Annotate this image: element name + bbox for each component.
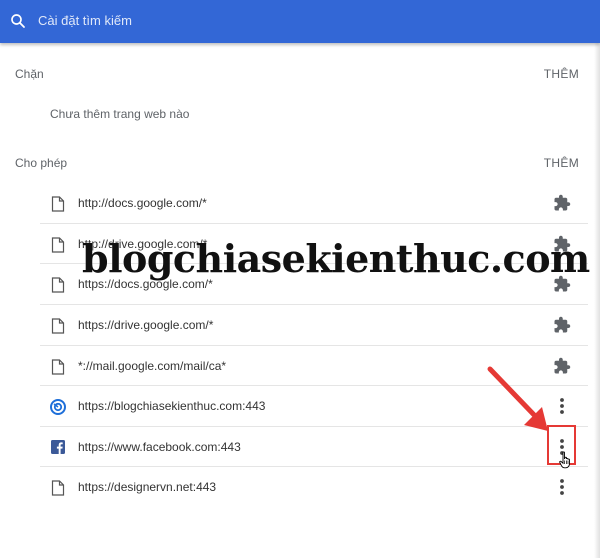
site-row[interactable]: http://drive.google.com/* bbox=[40, 223, 588, 265]
site-row[interactable]: https://docs.google.com/* bbox=[40, 263, 588, 305]
site-url: https://blogchiasekienthuc.com:443 bbox=[78, 399, 266, 413]
scroll-shadow bbox=[594, 43, 600, 558]
file-icon bbox=[51, 359, 65, 375]
site-url: https://docs.google.com/* bbox=[78, 277, 213, 291]
site-url: https://www.facebook.com:443 bbox=[78, 440, 241, 454]
file-icon bbox=[51, 480, 65, 496]
allow-section-title: Cho phép bbox=[15, 156, 68, 170]
allow-add-button[interactable]: THÊM bbox=[544, 156, 579, 170]
facebook-icon bbox=[51, 440, 65, 454]
search-bar[interactable]: Cài đặt tìm kiếm bbox=[0, 0, 600, 43]
block-add-button[interactable]: THÊM bbox=[544, 67, 579, 81]
block-empty-text: Chưa thêm trang web nào bbox=[50, 107, 190, 121]
site-row[interactable]: https://drive.google.com/* bbox=[40, 304, 588, 346]
extension-puzzle-icon[interactable] bbox=[552, 234, 572, 254]
search-input[interactable]: Cài đặt tìm kiếm bbox=[38, 13, 132, 28]
site-url: http://drive.google.com/* bbox=[78, 237, 208, 251]
site-url: http://docs.google.com/* bbox=[78, 196, 207, 210]
extension-puzzle-icon[interactable] bbox=[552, 356, 572, 376]
extension-puzzle-icon[interactable] bbox=[552, 193, 572, 213]
hand-cursor-icon bbox=[559, 451, 570, 469]
site-url: https://designervn.net:443 bbox=[78, 480, 217, 494]
site-url: *://mail.google.com/mail/ca* bbox=[78, 359, 227, 373]
file-icon bbox=[51, 318, 65, 334]
more-vert-icon[interactable] bbox=[552, 477, 572, 497]
site-row[interactable]: http://docs.google.com/* bbox=[40, 183, 588, 224]
site-row[interactable]: https://designervn.net:443 bbox=[40, 466, 588, 508]
file-icon bbox=[51, 277, 65, 293]
search-icon[interactable] bbox=[9, 12, 27, 30]
more-vert-icon[interactable] bbox=[552, 396, 572, 416]
file-icon bbox=[51, 196, 65, 212]
extension-puzzle-icon[interactable] bbox=[552, 315, 572, 335]
annotation-arrow-icon bbox=[487, 366, 548, 431]
extension-puzzle-icon[interactable] bbox=[552, 274, 572, 294]
site-url: https://drive.google.com/* bbox=[78, 318, 214, 332]
block-section-title: Chặn bbox=[15, 67, 44, 81]
blogchiasekienthuc-favicon-icon bbox=[50, 399, 66, 415]
file-icon bbox=[51, 237, 65, 253]
